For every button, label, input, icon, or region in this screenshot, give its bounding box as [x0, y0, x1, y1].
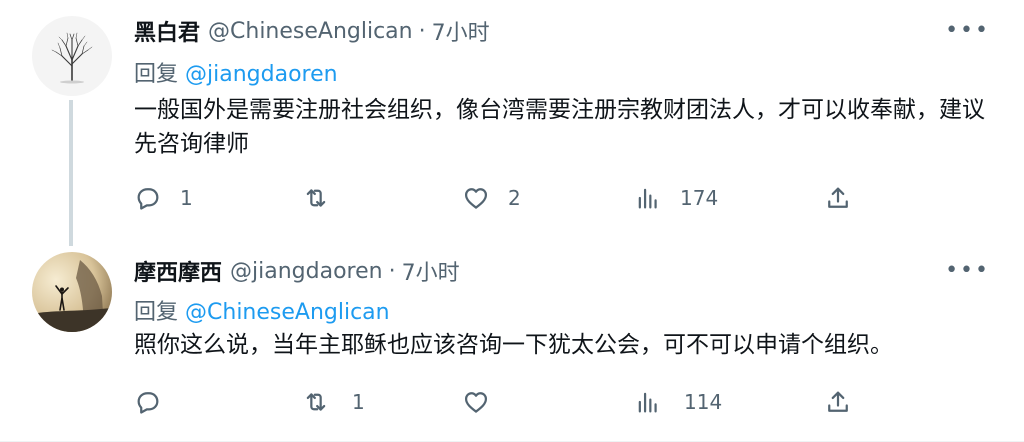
retweet-icon: [306, 393, 326, 411]
share-button[interactable]: [824, 178, 852, 218]
views-button[interactable]: 174: [634, 178, 718, 218]
retweet-count: 1: [352, 390, 365, 414]
figure-avatar-image: [32, 252, 112, 332]
tweet-text: 一般国外是需要注册社会组织，像台湾需要注册宗教财团法人，才可以收奉献，建议先咨询…: [134, 97, 985, 157]
separator-dot: ·: [388, 258, 396, 284]
reply-mention-link[interactable]: @jiangdaoren: [185, 62, 338, 87]
tweet[interactable]: 摩西摩西 @jiangdaoren · 7小时 ••• 回复 @ChineseA…: [0, 238, 1024, 442]
retweet-icon: [306, 189, 326, 207]
avatar[interactable]: [32, 16, 112, 96]
tweet-header: 黑白君 @ChineseAnglican · 7小时: [134, 14, 490, 48]
tweet[interactable]: 黑白君 @ChineseAnglican · 7小时 ••• 回复 @jiang…: [0, 0, 1024, 246]
view-count: 174: [680, 186, 719, 210]
more-options-icon[interactable]: •••: [945, 18, 990, 43]
views-icon: [638, 188, 657, 209]
user-handle[interactable]: @ChineseAnglican: [208, 19, 413, 44]
display-name[interactable]: 黑白君: [134, 15, 200, 47]
reply-prefix: 回复: [134, 300, 179, 325]
like-icon: [464, 188, 488, 209]
tree-avatar-image: [32, 16, 112, 96]
share-icon: [828, 187, 848, 208]
timestamp[interactable]: 7小时: [432, 15, 490, 47]
view-count: 114: [684, 390, 723, 414]
like-button[interactable]: 2: [462, 178, 521, 218]
thread-connector-line: [69, 100, 73, 246]
replying-to: 回复 @ChineseAnglican: [134, 294, 390, 326]
like-icon: [464, 392, 488, 413]
like-count: 2: [508, 186, 521, 210]
retweet-button[interactable]: [302, 178, 348, 218]
display-name[interactable]: 摩西摩西: [134, 255, 222, 287]
more-options-icon[interactable]: •••: [945, 258, 990, 283]
reply-icon: [137, 392, 159, 414]
reply-button[interactable]: [134, 382, 184, 422]
action-bar: 1 114: [134, 382, 874, 422]
share-button[interactable]: [824, 382, 852, 422]
reply-icon: [137, 188, 159, 210]
user-handle[interactable]: @jiangdaoren: [230, 259, 383, 284]
tweet-header: 摩西摩西 @jiangdaoren · 7小时: [134, 254, 460, 288]
action-bar: 1 2 174: [134, 178, 874, 218]
share-icon: [828, 391, 848, 412]
separator-dot: ·: [418, 18, 426, 44]
reply-mention-link[interactable]: @ChineseAnglican: [185, 300, 390, 325]
replying-to: 回复 @jiangdaoren: [134, 56, 338, 88]
views-button[interactable]: 114: [634, 382, 722, 422]
retweet-button[interactable]: 1: [302, 382, 365, 422]
reply-button[interactable]: 1: [134, 178, 193, 218]
tweet-text: 照你这么说，当年主耶稣也应该咨询一下犹太公会，可不可以申请个组织。: [134, 332, 893, 358]
timestamp[interactable]: 7小时: [402, 255, 460, 287]
views-icon: [638, 392, 657, 413]
avatar[interactable]: [32, 252, 112, 332]
reply-count: 1: [180, 186, 193, 210]
like-button[interactable]: [462, 382, 512, 422]
reply-prefix: 回复: [134, 62, 179, 87]
